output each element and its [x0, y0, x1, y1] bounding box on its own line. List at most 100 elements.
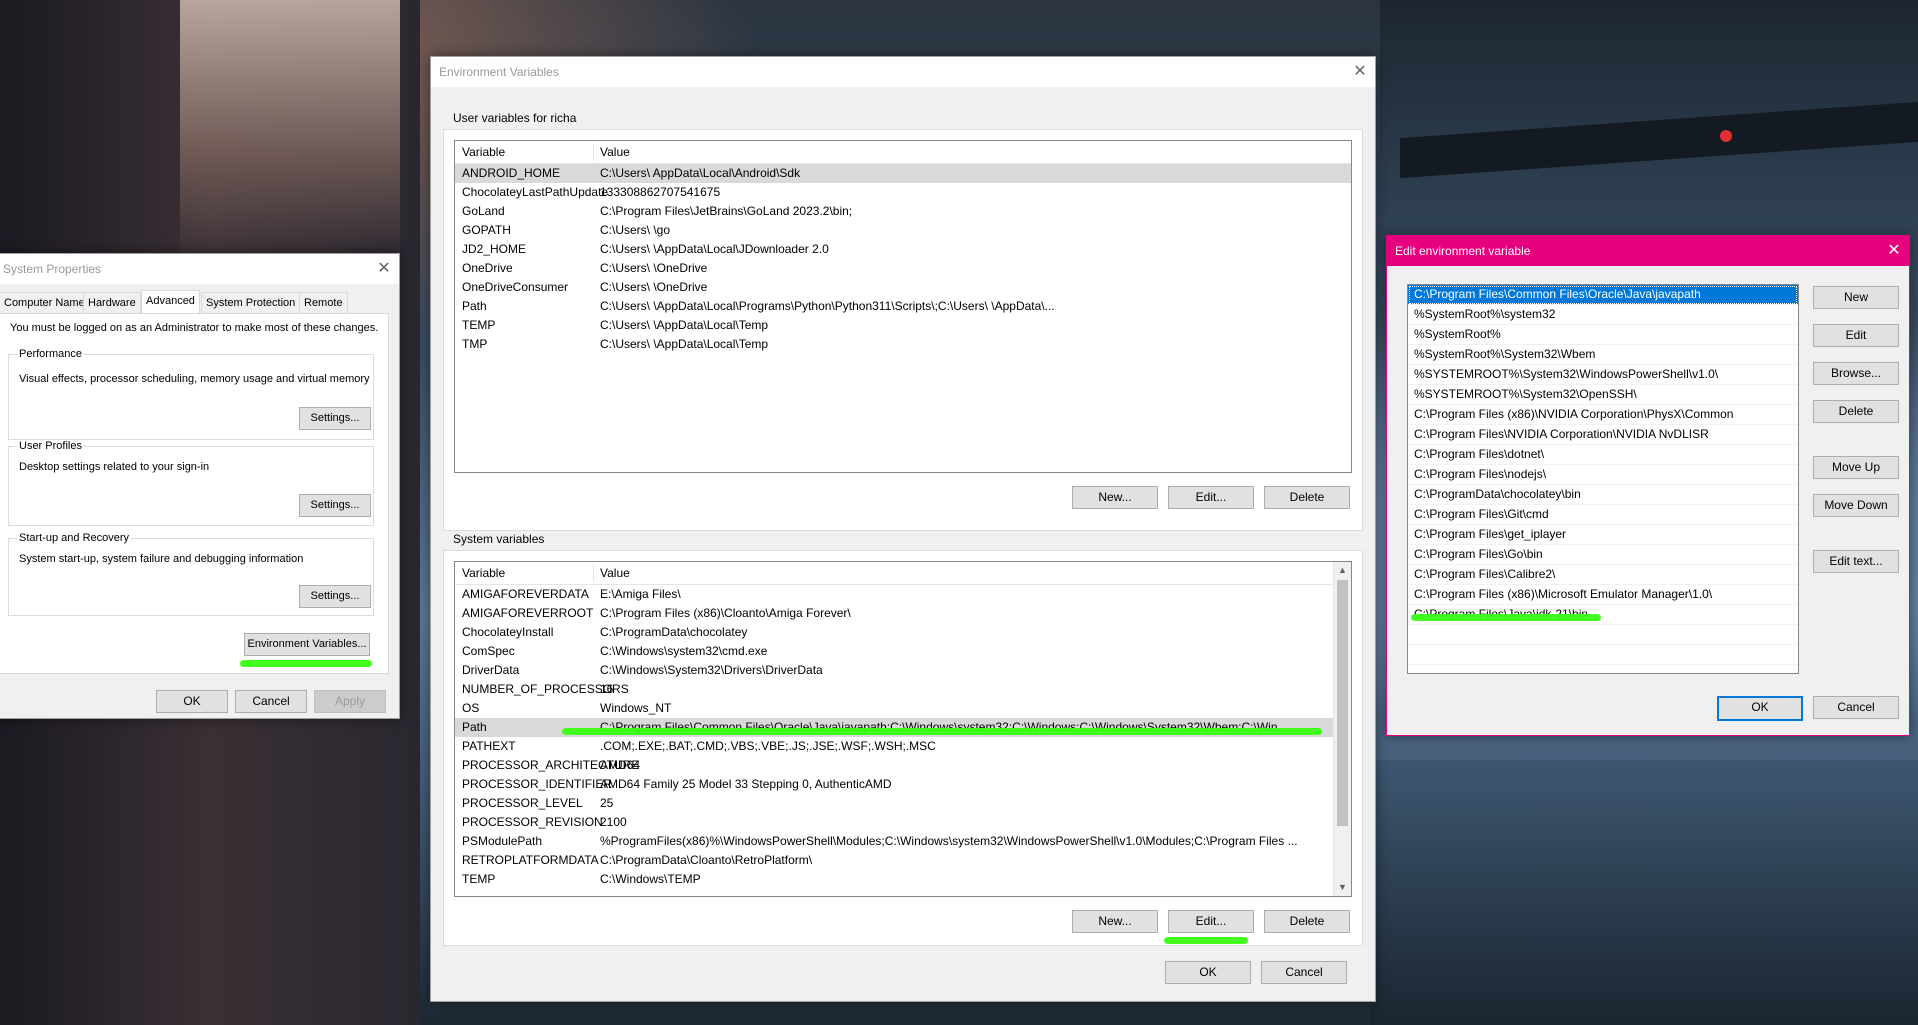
system-new-button[interactable]: New...: [1072, 910, 1158, 933]
empty-list-item[interactable]: [1408, 665, 1798, 673]
table-row[interactable]: GOPATH C:\Users\ \go: [455, 221, 1351, 240]
table-row[interactable]: TMP C:\Users\ \AppData\Local\Temp: [455, 335, 1351, 354]
list-item[interactable]: C:\Program Files\dotnet\: [1408, 445, 1798, 465]
table-row[interactable]: NUMBER_OF_PROCESSORS 16: [455, 680, 1333, 699]
list-item[interactable]: C:\Program Files\Go\bin: [1408, 545, 1798, 565]
table-row[interactable]: OS Windows_NT: [455, 699, 1333, 718]
variable-name-cell: RETROPLATFORMDATA: [462, 853, 599, 867]
edit-env-delete-button[interactable]: Delete: [1813, 400, 1899, 423]
window-title: Edit environment variable: [1395, 244, 1531, 258]
table-row[interactable]: JD2_HOME C:\Users\ \AppData\Local\JDownlo…: [455, 240, 1351, 259]
sysprop-ok-button[interactable]: OK: [156, 690, 228, 713]
table-row[interactable]: PATHEXT .COM;.EXE;.BAT;.CMD;.VBS;.VBE;.JS…: [455, 737, 1333, 756]
env-cancel-button[interactable]: Cancel: [1261, 961, 1347, 984]
table-row[interactable]: OneDriveConsumer C:\Users\ \OneDrive: [455, 278, 1351, 297]
chevron-up-icon[interactable]: ▲: [1334, 562, 1351, 579]
edit-env-cancel-button[interactable]: Cancel: [1813, 696, 1899, 719]
table-row[interactable]: PROCESSOR_ARCHITECTURE AMD64: [455, 756, 1333, 775]
edit-env-move-down-button[interactable]: Move Down: [1813, 494, 1899, 517]
list-item[interactable]: %SYSTEMROOT%\System32\WindowsPowerShell\…: [1408, 365, 1798, 385]
list-item[interactable]: %SYSTEMROOT%\System32\OpenSSH\: [1408, 385, 1798, 405]
list-item[interactable]: C:\Program Files\nodejs\: [1408, 465, 1798, 485]
list-item[interactable]: %SystemRoot%\system32: [1408, 305, 1798, 325]
env-ok-button[interactable]: OK: [1165, 961, 1251, 984]
system-delete-button[interactable]: Delete: [1264, 910, 1350, 933]
table-row[interactable]: DriverData C:\Windows\System32\Drivers\Dr…: [455, 661, 1333, 680]
chevron-down-icon[interactable]: ▼: [1334, 879, 1351, 896]
table-row[interactable]: PSModulePath %ProgramFiles(x86)%\WindowsP…: [455, 832, 1333, 851]
startup-settings-button[interactable]: Settings...: [299, 585, 371, 608]
empty-list-item[interactable]: [1408, 645, 1798, 665]
table-row[interactable]: ChocolateyInstall C:\ProgramData\chocolat…: [455, 623, 1333, 642]
tab-advanced[interactable]: Advanced: [141, 290, 200, 314]
table-row[interactable]: ANDROID_HOME C:\Users\ AppData\Local\Andr…: [455, 164, 1351, 183]
list-item[interactable]: C:\Program Files\Git\cmd: [1408, 505, 1798, 525]
list-item[interactable]: %SystemRoot%\System32\Wbem: [1408, 345, 1798, 365]
table-row[interactable]: AMIGAFOREVERROOT C:\Program Files (x86)\C…: [455, 604, 1333, 623]
system-variables-rows: AMIGAFOREVERDATA E:\Amiga Files\ AMIGAFORE…: [455, 585, 1333, 889]
variable-value-cell: AMD64 Family 25 Model 33 Stepping 0, Aut…: [600, 777, 892, 791]
table-row[interactable]: PROCESSOR_IDENTIFIER AMD64 Family 25 Mode…: [455, 775, 1333, 794]
table-row[interactable]: PROCESSOR_REVISION 2100: [455, 813, 1333, 832]
variable-column-header[interactable]: Variable: [462, 562, 505, 584]
user-variables-list[interactable]: Variable Value ANDROID_HOME C:\Users\ App…: [454, 140, 1352, 473]
value-column-header[interactable]: Value: [600, 141, 630, 163]
list-item[interactable]: C:\Program Files\NVIDIA Corporation\NVID…: [1408, 425, 1798, 445]
close-icon[interactable]: ✕: [1879, 236, 1909, 266]
table-row[interactable]: ComSpec C:\Windows\system32\cmd.exe: [455, 642, 1333, 661]
variable-value-cell: C:\Users\ AppData\Local\Android\Sdk: [600, 166, 801, 180]
user-profiles-settings-button[interactable]: Settings...: [299, 494, 371, 517]
list-item[interactable]: C:\Program Files\get_iplayer: [1408, 525, 1798, 545]
advanced-tab-panel: You must be logged on as an Administrato…: [0, 313, 389, 674]
user-variables-title: User variables for richa: [453, 111, 577, 125]
user-new-button[interactable]: New...: [1072, 486, 1158, 509]
edit-env-edit-button[interactable]: Edit: [1813, 324, 1899, 347]
close-icon[interactable]: ✕: [1345, 57, 1375, 87]
performance-group: Performance Visual effects, processor sc…: [8, 348, 374, 440]
environment-variables-button[interactable]: Environment Variables...: [244, 633, 370, 656]
list-item[interactable]: C:\Program Files\Calibre2\: [1408, 565, 1798, 585]
empty-list-item[interactable]: [1408, 625, 1798, 645]
table-row[interactable]: OneDrive C:\Users\ \OneDrive: [455, 259, 1351, 278]
tab-remote[interactable]: Remote: [299, 292, 348, 314]
value-column-header[interactable]: Value: [600, 562, 630, 584]
user-delete-button[interactable]: Delete: [1264, 486, 1350, 509]
edit-env-ok-button[interactable]: OK: [1717, 696, 1803, 721]
list-item[interactable]: %SystemRoot%: [1408, 325, 1798, 345]
edit-env-edit-text-button[interactable]: Edit text...: [1813, 550, 1899, 573]
edit-env-new-button[interactable]: New: [1813, 286, 1899, 309]
list-item[interactable]: C:\Program Files (x86)\NVIDIA Corporatio…: [1408, 405, 1798, 425]
list-item[interactable]: C:\Program Files (x86)\Microsoft Emulato…: [1408, 585, 1798, 605]
sysprop-apply-button[interactable]: Apply: [314, 690, 386, 713]
variable-name-cell: Path: [462, 720, 487, 734]
system-list-scrollbar[interactable]: ▲ ▼: [1333, 562, 1351, 896]
table-row[interactable]: ChocolateyLastPathUpdate 1333088627075416…: [455, 183, 1351, 202]
variable-column-header[interactable]: Variable: [462, 141, 505, 163]
table-row[interactable]: GoLand C:\Program Files\JetBrains\GoLand …: [455, 202, 1351, 221]
startup-recovery-title: Start-up and Recovery: [17, 532, 132, 544]
sysprop-cancel-button[interactable]: Cancel: [235, 690, 307, 713]
table-row[interactable]: AMIGAFOREVERDATA E:\Amiga Files\: [455, 585, 1333, 604]
table-row[interactable]: PROCESSOR_LEVEL 25: [455, 794, 1333, 813]
table-row[interactable]: TEMP C:\Windows\TEMP: [455, 870, 1333, 889]
edit-env-move-up-button[interactable]: Move Up: [1813, 456, 1899, 479]
tab-system-protection[interactable]: System Protection: [201, 292, 301, 314]
system-properties-titlebar: System Properties ✕: [0, 254, 399, 284]
user-variables-rows: ANDROID_HOME C:\Users\ AppData\Local\Andr…: [455, 164, 1351, 354]
variable-name-cell: ChocolateyLastPathUpdate: [462, 185, 609, 199]
list-item[interactable]: C:\Program Files\Common Files\Oracle\Jav…: [1408, 285, 1798, 305]
user-edit-button[interactable]: Edit...: [1168, 486, 1254, 509]
close-icon[interactable]: ✕: [369, 254, 399, 284]
variable-name-cell: GoLand: [462, 204, 505, 218]
table-row[interactable]: Path C:\Users\ \AppData\Local\Programs\Py…: [455, 297, 1351, 316]
tab-hardware[interactable]: Hardware: [83, 292, 141, 314]
system-edit-button[interactable]: Edit...: [1168, 910, 1254, 933]
variable-value-cell: E:\Amiga Files\: [600, 587, 681, 601]
scrollbar-thumb[interactable]: [1337, 580, 1348, 826]
table-row[interactable]: TEMP C:\Users\ \AppData\Local\Temp: [455, 316, 1351, 335]
edit-env-browse-button[interactable]: Browse...: [1813, 362, 1899, 385]
performance-settings-button[interactable]: Settings...: [299, 407, 371, 430]
table-row[interactable]: RETROPLATFORMDATA C:\ProgramData\Cloanto\…: [455, 851, 1333, 870]
list-item[interactable]: C:\ProgramData\chocolatey\bin: [1408, 485, 1798, 505]
tab-computer-name[interactable]: Computer Name: [0, 292, 90, 314]
